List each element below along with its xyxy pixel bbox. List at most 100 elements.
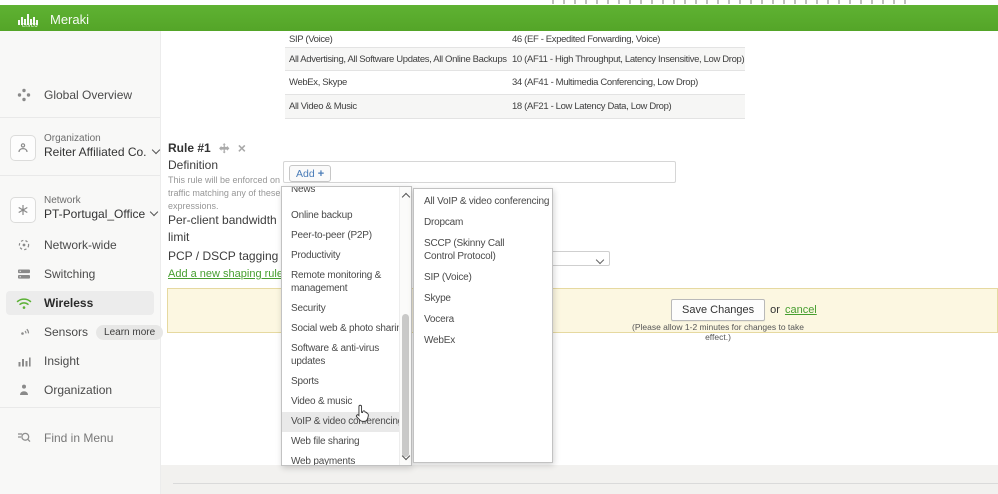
organization-selector-label: Organization xyxy=(44,133,101,144)
traffic-cell: All Video & Music xyxy=(285,101,512,112)
dscp-cell: 34 (AF41 - Multimedia Conferencing, Low … xyxy=(512,77,745,88)
category-item[interactable]: Peer-to-peer (P2P) xyxy=(282,226,400,246)
category-item-highlighted[interactable]: VoIP & video conferencing xyxy=(282,412,400,432)
switching-icon xyxy=(16,266,32,282)
plus-icon: + xyxy=(318,168,324,180)
sidebar-item-label: Organization xyxy=(44,383,112,397)
category-item[interactable]: Web payments xyxy=(282,452,400,466)
category-item[interactable]: Sports xyxy=(282,372,400,392)
subcategory-item[interactable]: WebEx xyxy=(414,330,552,351)
sidebar-item-wireless[interactable]: Wireless xyxy=(6,291,154,315)
category-item[interactable]: Remote monitoring & management xyxy=(282,266,391,299)
network-selector-value: PT-Portugal_Office xyxy=(44,207,145,221)
sidebar-divider xyxy=(0,407,160,408)
subcategory-dropdown: All VoIP & video conferencing Dropcam SC… xyxy=(413,188,553,463)
subcategory-item[interactable]: Skype xyxy=(414,288,552,309)
sidebar-divider xyxy=(0,117,160,118)
subcategory-item[interactable]: SCCP (Skinny Call Control Protocol) xyxy=(414,233,538,267)
category-item[interactable]: Web file sharing xyxy=(282,432,400,452)
save-banner-note: (Please allow 1-2 minutes for changes to… xyxy=(628,322,808,342)
add-button-label: Add xyxy=(296,168,315,180)
table-row: All Video & Music 18 (AF21 - Low Latency… xyxy=(285,95,745,119)
scrollbar[interactable] xyxy=(399,187,411,465)
find-in-menu[interactable]: Find in Menu xyxy=(6,426,154,450)
add-expression-button[interactable]: Add + xyxy=(289,165,331,182)
definition-label: Definition xyxy=(168,158,218,172)
save-changes-button[interactable]: Save Changes xyxy=(671,299,765,321)
sidebar-item-label: Network-wide xyxy=(44,238,117,252)
sidebar-item-sensors[interactable]: Sensors Learn more xyxy=(6,320,154,344)
subcategory-item[interactable]: Vocera xyxy=(414,309,552,330)
cancel-link[interactable]: cancel xyxy=(785,304,817,316)
network-icon xyxy=(10,197,36,223)
subcategory-item[interactable]: SIP (Voice) xyxy=(414,267,552,288)
category-item[interactable]: Video & music xyxy=(282,392,400,412)
clipped-row-remnant xyxy=(552,0,908,4)
definition-input[interactable]: Add + xyxy=(283,161,676,183)
or-text: or xyxy=(770,304,780,316)
sidebar-item-global-overview[interactable]: Global Overview xyxy=(6,83,154,107)
sidebar-item-label: Sensors xyxy=(44,325,88,339)
category-item[interactable]: Security xyxy=(282,299,400,319)
chevron-down-icon xyxy=(151,146,159,154)
rule-title-row: Rule #1 × xyxy=(168,141,246,155)
sidebar-item-organization[interactable]: Organization xyxy=(6,378,154,402)
app-header: cisco Meraki xyxy=(0,5,998,31)
definition-help-text: This rule will be enforced on traffic ma… xyxy=(168,174,286,213)
sidebar-item-label: Global Overview xyxy=(44,88,132,102)
wifi-icon xyxy=(16,295,32,311)
sidebar-item-label: Switching xyxy=(44,267,95,281)
network-wide-icon xyxy=(16,237,32,253)
learn-more-badge[interactable]: Learn more xyxy=(96,325,163,340)
scroll-down-icon[interactable] xyxy=(400,451,411,463)
sidebar-item-label: Insight xyxy=(44,354,79,368)
global-overview-icon xyxy=(16,87,32,103)
chevron-down-icon xyxy=(596,256,604,264)
chevron-down-icon xyxy=(150,208,158,216)
network-selector-label: Network xyxy=(44,195,81,206)
table-row: All Advertising, All Software Updates, A… xyxy=(285,48,745,71)
cisco-bars-icon: cisco xyxy=(18,13,42,26)
sidebar: Global Overview Organization Reiter Affi… xyxy=(0,31,161,494)
sidebar-item-switching[interactable]: Switching xyxy=(6,262,154,286)
sidebar-item-label: Wireless xyxy=(44,296,93,310)
footer-divider xyxy=(173,483,998,484)
organization-selector[interactable]: Organization Reiter Affiliated Co. xyxy=(10,133,158,167)
scroll-up-icon[interactable] xyxy=(400,189,411,201)
organization-icon xyxy=(10,135,36,161)
dscp-cell: 10 (AF11 - High Throughput, Latency Inse… xyxy=(512,54,745,65)
sidebar-divider xyxy=(0,175,160,176)
close-icon[interactable]: × xyxy=(238,143,246,153)
category-dropdown: News Online backup Peer-to-peer (P2P) Pr… xyxy=(281,186,412,466)
dscp-mapping-table: SIP (Voice) 46 (EF - Expedited Forwardin… xyxy=(285,31,745,119)
table-row: WebEx, Skype 34 (AF41 - Multimedia Confe… xyxy=(285,71,745,95)
sensor-icon xyxy=(16,324,32,340)
rule-title: Rule #1 xyxy=(168,141,211,155)
category-item[interactable]: Social web & photo sharing xyxy=(282,319,400,339)
category-item[interactable]: Online backup xyxy=(282,206,400,226)
subcategory-item[interactable]: Dropcam xyxy=(414,212,552,233)
scrollbar-thumb[interactable] xyxy=(402,314,409,457)
network-selector[interactable]: Network PT-Portugal_Office xyxy=(10,195,158,229)
bar-chart-icon xyxy=(16,353,32,369)
cisco-meraki-logo[interactable]: cisco Meraki xyxy=(18,11,89,26)
page-background-lower xyxy=(160,465,998,494)
drag-handle-icon[interactable] xyxy=(219,143,230,154)
find-in-menu-label: Find in Menu xyxy=(44,431,113,445)
table-row: SIP (Voice) 46 (EF - Expedited Forwardin… xyxy=(285,31,745,48)
sidebar-item-network-wide[interactable]: Network-wide xyxy=(6,233,154,257)
subcategory-item[interactable]: All VoIP & video conferencing xyxy=(414,191,552,212)
sidebar-item-insight[interactable]: Insight xyxy=(6,349,154,373)
category-item[interactable]: Productivity xyxy=(282,246,400,266)
pcp-dscp-row: PCP / DSCP tagging i xyxy=(168,249,294,263)
organization-selector-value: Reiter Affiliated Co. xyxy=(44,145,147,159)
add-shaping-rule-link[interactable]: Add a new shaping rule xyxy=(168,268,283,280)
organization-nav-icon xyxy=(16,382,32,398)
traffic-cell: All Advertising, All Software Updates, A… xyxy=(285,54,512,65)
per-client-bandwidth-label: Per-client bandwidth limit xyxy=(168,212,288,246)
category-item[interactable]: News xyxy=(282,186,400,200)
meraki-dashboard-page: cisco Meraki Global Overview Organizatio… xyxy=(0,0,998,494)
search-icon xyxy=(16,430,32,446)
category-item[interactable]: Software & anti-virus updates xyxy=(282,339,391,372)
dscp-cell: 18 (AF21 - Low Latency Data, Low Drop) xyxy=(512,101,745,112)
